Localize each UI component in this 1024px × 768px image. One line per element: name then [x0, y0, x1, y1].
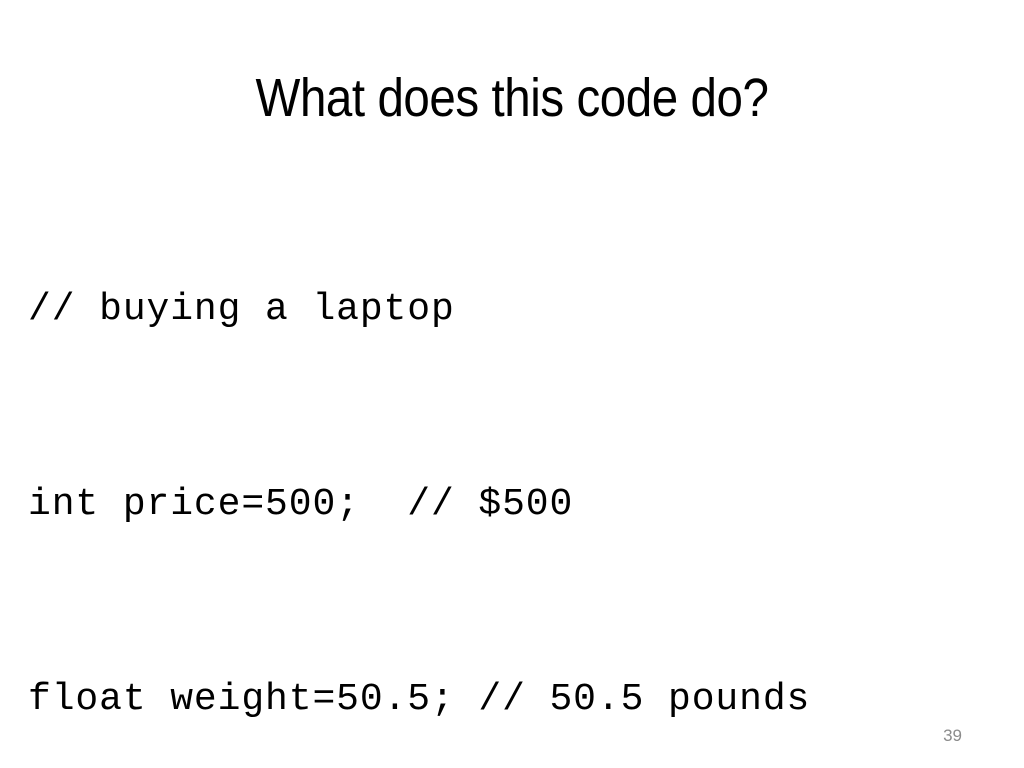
code-line: int price=500; // $500 — [28, 483, 574, 526]
code-line: // buying a laptop — [28, 288, 455, 331]
code-block: // buying a laptop int price=500; // $50… — [28, 147, 1008, 768]
page-title: What does this code do? — [255, 68, 769, 129]
code-line: float weight=50.5; // 50.5 pounds — [28, 678, 811, 721]
page-number: 39 — [943, 726, 962, 745]
slide-canvas: What does this code do? // buying a lapt… — [0, 0, 1024, 768]
